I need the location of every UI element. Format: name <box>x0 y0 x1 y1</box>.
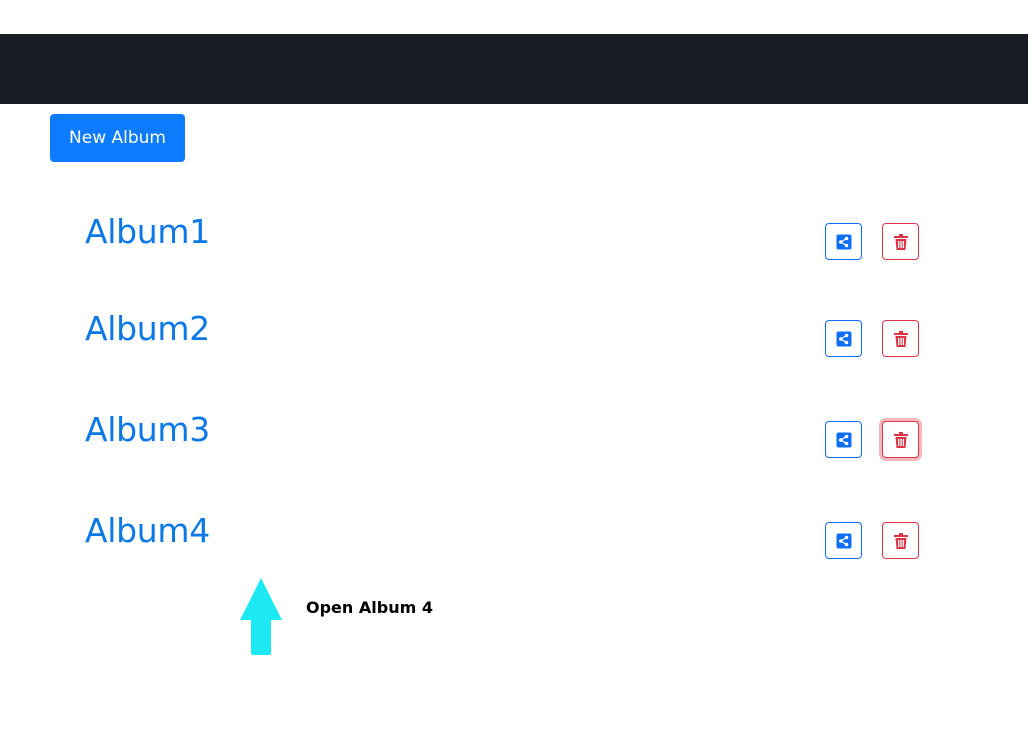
share-button[interactable] <box>825 223 862 260</box>
share-button[interactable] <box>825 320 862 357</box>
new-album-button[interactable]: New Album <box>50 114 185 162</box>
album-link[interactable]: Album4 <box>85 511 210 550</box>
trash-icon <box>893 233 908 250</box>
page: New Album Album1 Album2 Album3 Album4 Op… <box>0 0 1028 755</box>
album-row: Album2 <box>0 301 1028 361</box>
album-row: Album4 <box>0 503 1028 563</box>
trash-icon <box>893 532 908 549</box>
album-row: Album1 <box>0 204 1028 264</box>
annotation-text: Open Album 4 <box>306 598 433 617</box>
trash-icon <box>893 431 908 448</box>
share-icon <box>836 432 851 447</box>
delete-button[interactable] <box>882 522 919 559</box>
delete-button[interactable] <box>882 320 919 357</box>
album-link[interactable]: Album2 <box>85 309 210 348</box>
share-icon <box>836 234 851 249</box>
arrow-up-icon <box>240 578 282 655</box>
trash-icon <box>893 330 908 347</box>
top-navbar <box>0 34 1028 104</box>
share-icon <box>836 331 851 346</box>
delete-button[interactable] <box>882 223 919 260</box>
share-button[interactable] <box>825 421 862 458</box>
album-link[interactable]: Album3 <box>85 410 210 449</box>
share-button[interactable] <box>825 522 862 559</box>
share-icon <box>836 533 851 548</box>
album-link[interactable]: Album1 <box>85 212 210 251</box>
delete-button[interactable] <box>882 421 919 458</box>
album-row: Album3 <box>0 402 1028 462</box>
